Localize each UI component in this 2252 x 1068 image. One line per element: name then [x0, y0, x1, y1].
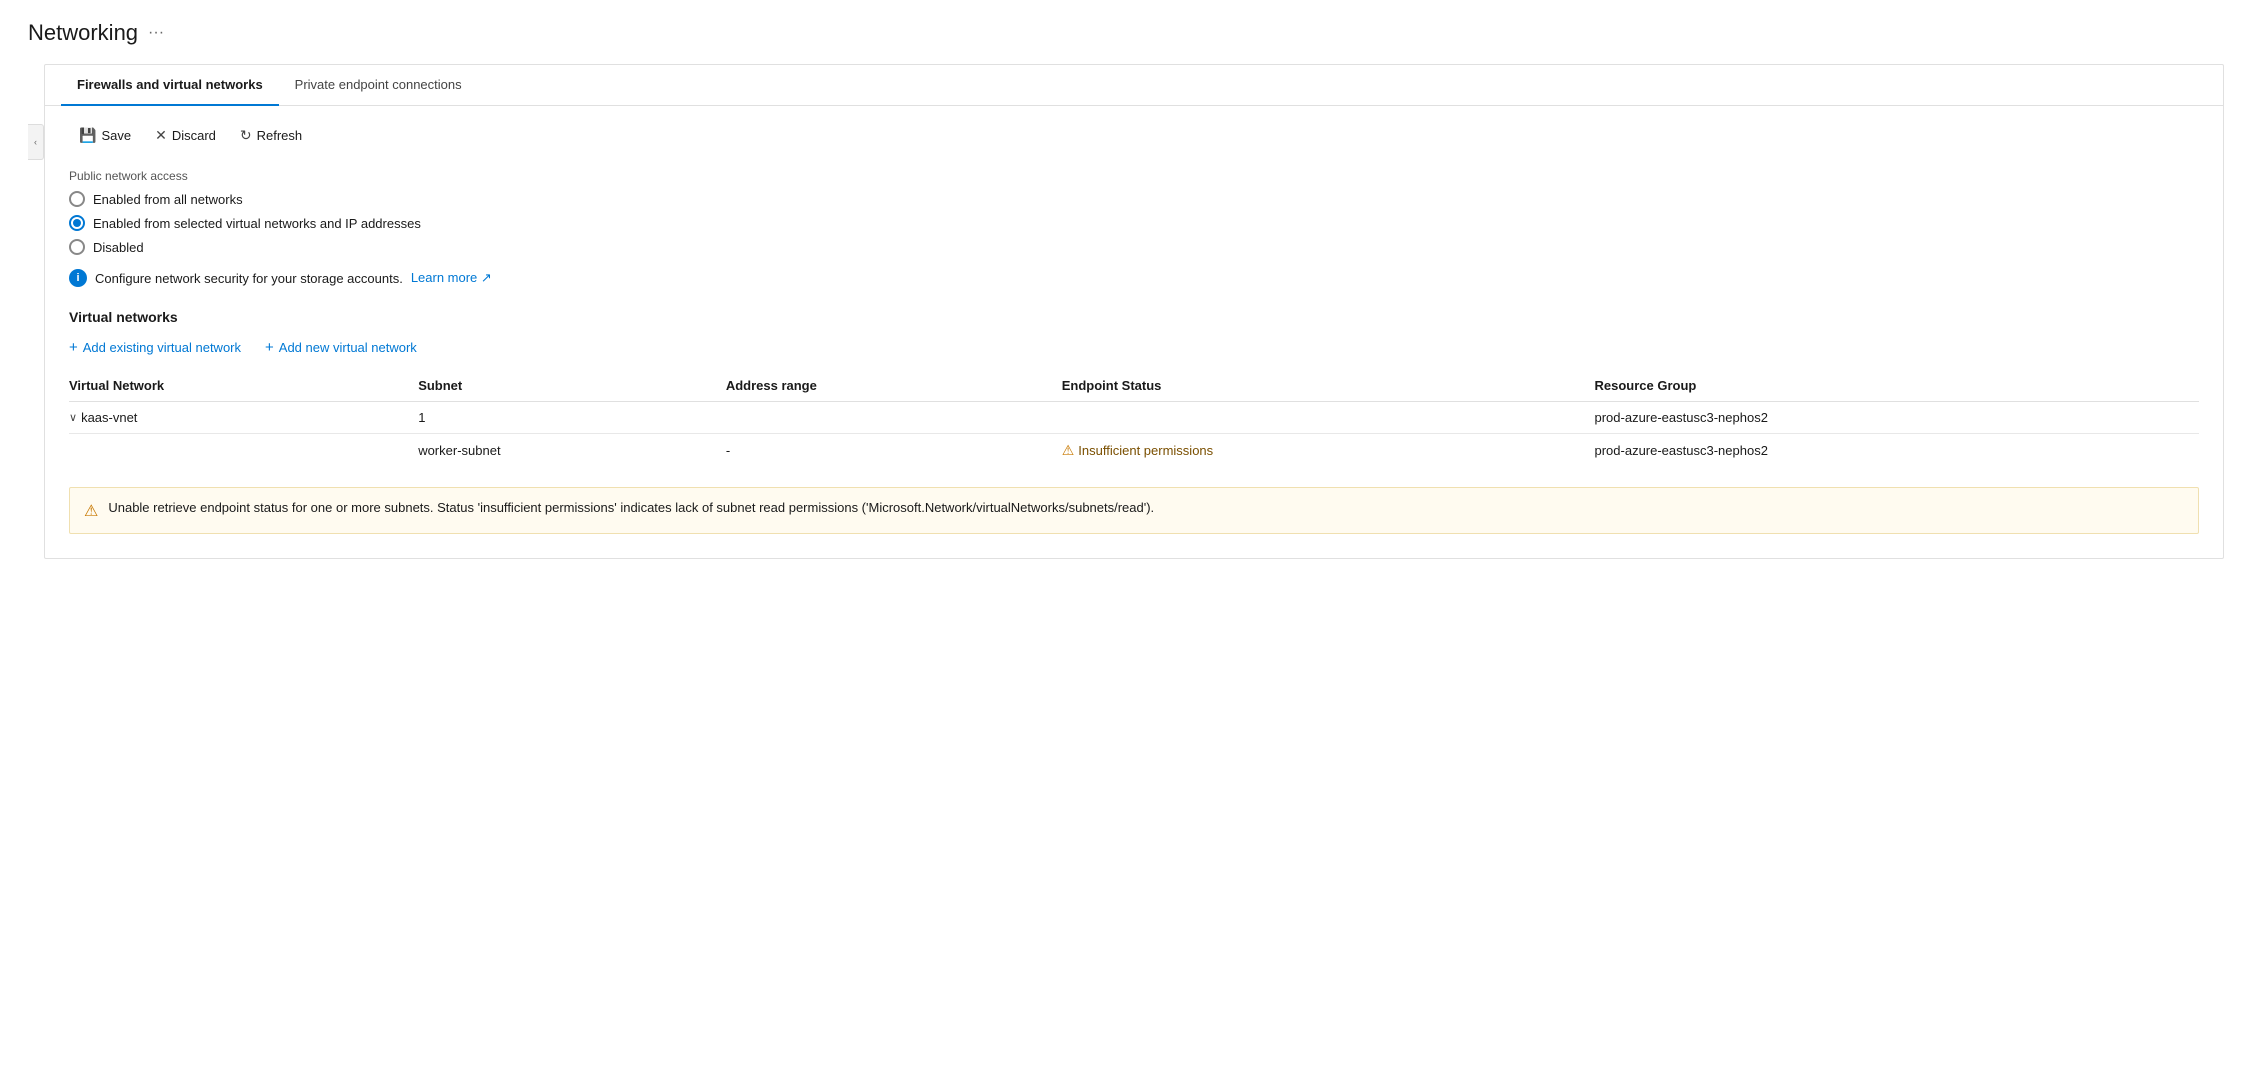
table-row: ∨ kaas-vnet 1 prod-azure-eastusc3-nephos… [69, 402, 2199, 434]
page-title: Networking [28, 20, 138, 46]
public-network-label: Public network access [69, 169, 2199, 183]
learn-more-link[interactable]: Learn more ↗ [411, 270, 492, 286]
vnet-table: Virtual Network Subnet Address range End… [69, 370, 2199, 467]
address-cell-1 [726, 402, 1062, 434]
info-icon: i [69, 269, 87, 287]
refresh-button[interactable]: ↻ Refresh [230, 122, 312, 149]
subnet-cell-1: 1 [418, 402, 726, 434]
vnet-name-cell-2 [69, 434, 418, 468]
col-vnet: Virtual Network [69, 370, 418, 402]
col-endpoint: Endpoint Status [1062, 370, 1595, 402]
toolbar: 💾 Save ✕ Discard ↻ Refresh [69, 122, 2199, 149]
tab-private-endpoints[interactable]: Private endpoint connections [279, 65, 478, 106]
table-header-row: Virtual Network Subnet Address range End… [69, 370, 2199, 402]
access-radio-group: Enabled from all networks Enabled from s… [69, 191, 2199, 255]
refresh-icon: ↻ [240, 127, 252, 144]
address-cell-2: - [726, 434, 1062, 468]
warning-banner-text: Unable retrieve endpoint status for one … [108, 500, 1154, 515]
radio-all-label: Enabled from all networks [93, 192, 243, 207]
col-subnet: Subnet [418, 370, 726, 402]
ellipsis-icon[interactable]: ··· [148, 24, 164, 42]
save-button[interactable]: 💾 Save [69, 122, 141, 149]
sidebar-collapse-button[interactable]: ‹ [28, 124, 44, 160]
warning-triangle-icon: ⚠ [1062, 442, 1075, 459]
plus-icon-new: + [265, 339, 274, 356]
radio-disabled-label: Disabled [93, 240, 144, 255]
plus-icon-existing: + [69, 339, 78, 356]
radio-circle-all [69, 191, 85, 207]
info-row: i Configure network security for your st… [69, 269, 2199, 287]
rg-cell-1: prod-azure-eastusc3-nephos2 [1594, 402, 2199, 434]
public-network-access-section: Public network access Enabled from all n… [69, 169, 2199, 287]
vnet-action-bar: + Add existing virtual network + Add new… [69, 339, 2199, 356]
radio-selected-networks[interactable]: Enabled from selected virtual networks a… [69, 215, 2199, 231]
radio-circle-selected [69, 215, 85, 231]
warning-banner-icon: ⚠ [84, 501, 98, 521]
rg-cell-2: prod-azure-eastusc3-nephos2 [1594, 434, 2199, 468]
tab-firewalls[interactable]: Firewalls and virtual networks [61, 65, 279, 106]
radio-all-networks[interactable]: Enabled from all networks [69, 191, 2199, 207]
radio-circle-disabled [69, 239, 85, 255]
insufficient-permissions-badge: ⚠ Insufficient permissions [1062, 442, 1583, 459]
discard-button[interactable]: ✕ Discard [145, 122, 226, 149]
endpoint-cell-1 [1062, 402, 1595, 434]
external-link-icon: ↗ [481, 270, 492, 285]
table-row: worker-subnet - ⚠ Insufficient permissio… [69, 434, 2199, 468]
virtual-networks-title: Virtual networks [69, 309, 2199, 325]
col-rg: Resource Group [1594, 370, 2199, 402]
col-address: Address range [726, 370, 1062, 402]
radio-disabled[interactable]: Disabled [69, 239, 2199, 255]
vnet-collapse-toggle[interactable]: ∨ kaas-vnet [69, 410, 406, 425]
add-existing-vnet-button[interactable]: + Add existing virtual network [69, 339, 241, 356]
add-new-vnet-button[interactable]: + Add new virtual network [265, 339, 417, 356]
discard-icon: ✕ [155, 127, 167, 144]
info-text: Configure network security for your stor… [95, 271, 403, 286]
chevron-icon: ∨ [69, 411, 77, 424]
save-icon: 💾 [79, 127, 96, 144]
endpoint-cell-2: ⚠ Insufficient permissions [1062, 434, 1595, 468]
subnet-cell-2: worker-subnet [418, 434, 726, 468]
radio-selected-label: Enabled from selected virtual networks a… [93, 216, 421, 231]
vnet-name-cell: ∨ kaas-vnet [69, 402, 418, 434]
virtual-networks-section: Virtual networks + Add existing virtual … [69, 309, 2199, 534]
warning-banner: ⚠ Unable retrieve endpoint status for on… [69, 487, 2199, 534]
tab-bar: Firewalls and virtual networks Private e… [45, 65, 2223, 106]
